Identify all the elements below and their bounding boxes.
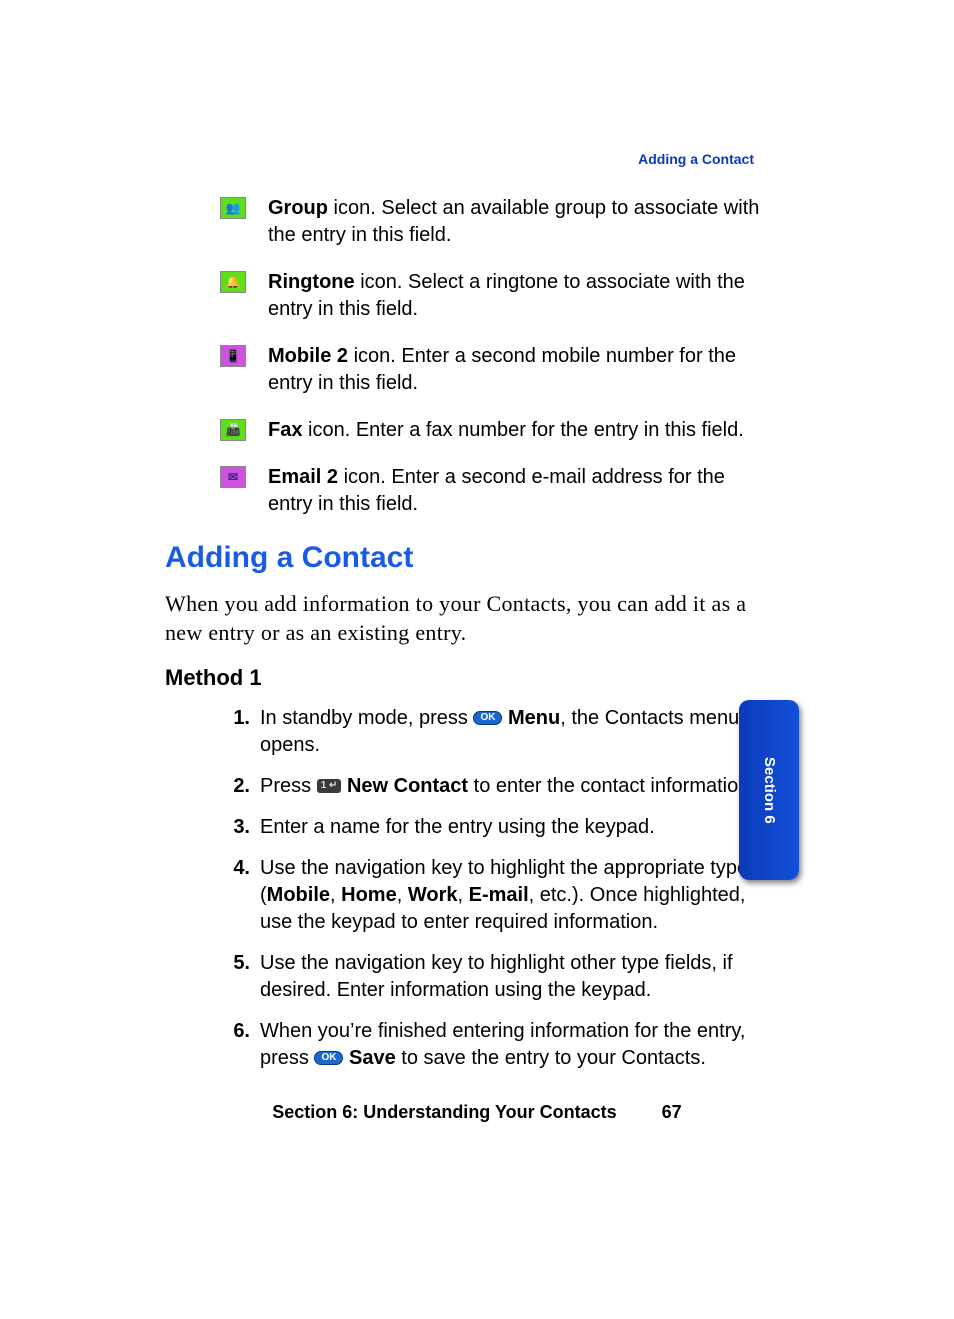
step-body: When you’re finished entering informatio… — [260, 1018, 765, 1072]
steps-list: 1.In standby mode, press OK Menu, the Co… — [220, 705, 765, 1072]
step-number: 5. — [220, 950, 250, 1004]
icon-description: Mobile 2 icon. Enter a second mobile num… — [268, 343, 765, 397]
icon-row: 📠 Fax icon. Enter a fax number for the en… — [220, 417, 765, 444]
step-body: In standby mode, press OK Menu, the Cont… — [260, 705, 765, 759]
ok-button-icon: OK — [314, 1051, 343, 1065]
step-item: 1.In standby mode, press OK Menu, the Co… — [220, 705, 765, 759]
page-number: 67 — [662, 1100, 682, 1124]
step-body: Enter a name for the entry using the key… — [260, 814, 765, 841]
step-number: 4. — [220, 855, 250, 936]
icon-row: 📱 Mobile 2 icon. Enter a second mobile nu… — [220, 343, 765, 397]
ok-button-icon: OK — [473, 711, 502, 725]
section-tab: Section 6 — [739, 700, 799, 880]
icon-description: Ringtone icon. Select a ringtone to asso… — [268, 269, 765, 323]
group-icon: 👥 — [220, 197, 246, 219]
step-number: 3. — [220, 814, 250, 841]
section-tab-label: Section 6 — [759, 757, 779, 824]
icon-description-list: 👥 Group icon. Select an available group t… — [220, 195, 765, 518]
intro-paragraph: When you add information to your Contact… — [165, 589, 765, 648]
method-heading: Method 1 — [165, 663, 765, 693]
step-body: Use the navigation key to highlight the … — [260, 855, 765, 936]
icon-description: Group icon. Select an available group to… — [268, 195, 765, 249]
step-item: 4.Use the navigation key to highlight th… — [220, 855, 765, 936]
step-body: Use the navigation key to highlight othe… — [260, 950, 765, 1004]
page-footer: Section 6: Understanding Your Contacts 6… — [0, 1100, 954, 1124]
step-item: 5.Use the navigation key to highlight ot… — [220, 950, 765, 1004]
page-content: 👥 Group icon. Select an available group t… — [165, 195, 765, 1086]
step-item: 2. Press 1 ↵ New Contact to enter the con… — [220, 773, 765, 800]
mobile2-icon: 📱 — [220, 345, 246, 367]
icon-description: Email 2 icon. Enter a second e-mail addr… — [268, 464, 765, 518]
fax-icon: 📠 — [220, 419, 246, 441]
ringtone-icon: 🔔 — [220, 271, 246, 293]
manual-page: Adding a Contact 👥 Group icon. Select an … — [0, 0, 954, 1319]
footer-section-label: Section 6: Understanding Your Contacts — [272, 1102, 616, 1122]
softkey-icon: 1 ↵ — [317, 779, 342, 793]
running-header: Adding a Contact — [638, 150, 754, 169]
step-item: 3. Enter a name for the entry using the k… — [220, 814, 765, 841]
section-title: Adding a Contact — [165, 538, 765, 579]
step-item: 6.When you’re finished entering informat… — [220, 1018, 765, 1072]
step-number: 1. — [220, 705, 250, 759]
icon-row: 👥 Group icon. Select an available group t… — [220, 195, 765, 249]
icon-row: 🔔 Ringtone icon. Select a ringtone to ass… — [220, 269, 765, 323]
step-number: 6. — [220, 1018, 250, 1072]
step-number: 2. — [220, 773, 250, 800]
icon-description: Fax icon. Enter a fax number for the ent… — [268, 417, 765, 444]
icon-row: ✉ Email 2 icon. Enter a second e-mail add… — [220, 464, 765, 518]
email2-icon: ✉ — [220, 466, 246, 488]
step-body: Press 1 ↵ New Contact to enter the conta… — [260, 773, 765, 800]
